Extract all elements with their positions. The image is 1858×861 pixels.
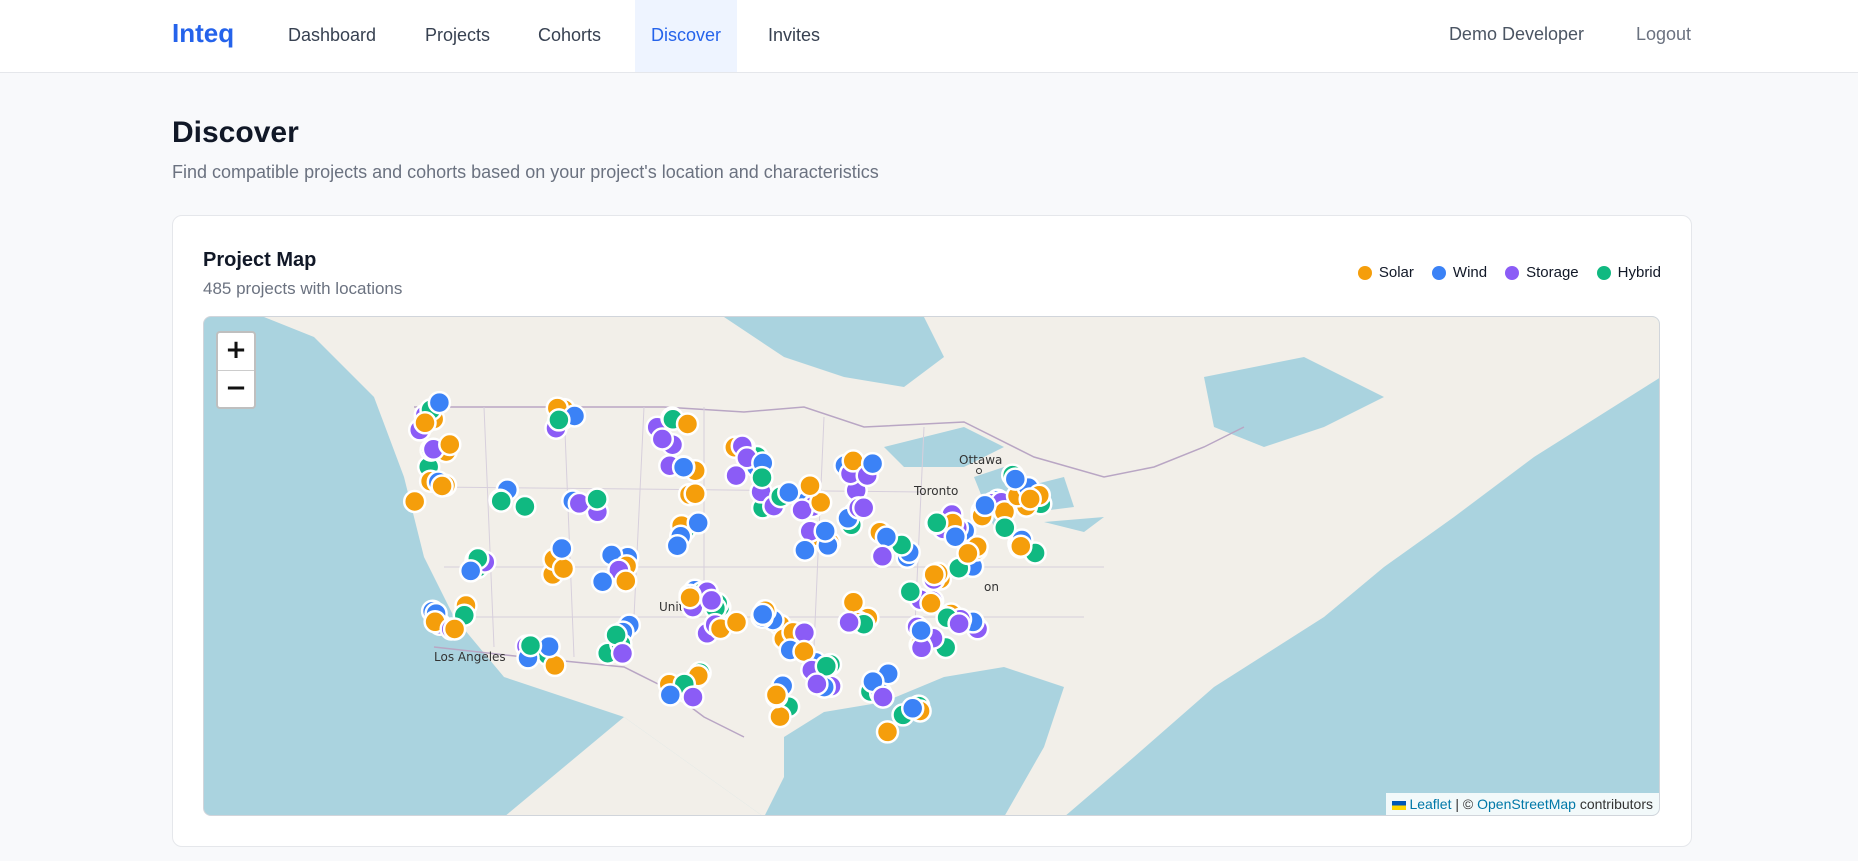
project-marker[interactable] bbox=[764, 683, 789, 707]
top-navigation: Inteq Dashboard Projects Cohorts Discove… bbox=[0, 0, 1858, 73]
project-marker[interactable] bbox=[671, 455, 696, 479]
project-marker[interactable] bbox=[724, 463, 748, 488]
project-marker[interactable] bbox=[813, 519, 837, 543]
nav-cohorts[interactable]: Cohorts bbox=[522, 0, 617, 72]
project-marker[interactable] bbox=[870, 544, 895, 569]
project-marker[interactable] bbox=[871, 685, 895, 709]
place-label: Los Angeles bbox=[434, 650, 506, 664]
osm-link[interactable]: OpenStreetMap bbox=[1477, 796, 1576, 812]
nav-projects[interactable]: Projects bbox=[409, 0, 506, 72]
project-marker[interactable] bbox=[547, 408, 571, 432]
project-marker[interactable] bbox=[402, 489, 427, 514]
project-marker[interactable] bbox=[860, 451, 885, 476]
place-label: Toronto bbox=[913, 484, 958, 498]
map-legend: Solar Wind Storage Hybrid bbox=[1357, 264, 1661, 281]
project-marker[interactable] bbox=[900, 696, 925, 721]
nav-invites[interactable]: Invites bbox=[752, 0, 836, 72]
project-marker[interactable] bbox=[898, 579, 923, 604]
hybrid-dot-icon bbox=[1596, 265, 1611, 280]
project-marker[interactable] bbox=[925, 511, 949, 535]
project-marker[interactable] bbox=[678, 585, 702, 610]
nav-discover[interactable]: Discover bbox=[635, 0, 738, 72]
project-marker[interactable] bbox=[793, 538, 817, 562]
project-marker[interactable] bbox=[551, 556, 576, 581]
map-attribution: Leaflet | © OpenStreetMap contributors bbox=[1386, 793, 1659, 815]
project-marker[interactable] bbox=[750, 602, 775, 627]
project-map[interactable]: Ottawa Toronto Los Angeles Unite on + − … bbox=[203, 316, 1660, 816]
project-marker[interactable] bbox=[683, 481, 707, 506]
place-label: Ottawa bbox=[959, 453, 1002, 467]
legend-hybrid: Hybrid bbox=[1596, 264, 1661, 281]
card-title: Project Map bbox=[203, 249, 317, 271]
map-tiles[interactable]: Ottawa Toronto Los Angeles Unite on bbox=[204, 317, 1660, 816]
zoom-in-button[interactable]: + bbox=[218, 333, 254, 370]
legend-label: Solar bbox=[1378, 264, 1414, 281]
project-marker[interactable] bbox=[837, 610, 861, 635]
brand-logo[interactable]: Inteq bbox=[172, 18, 234, 49]
project-marker[interactable] bbox=[874, 525, 899, 549]
ukraine-flag-icon bbox=[1392, 800, 1407, 810]
project-marker[interactable] bbox=[489, 489, 513, 513]
project-marker[interactable] bbox=[590, 569, 615, 594]
project-marker[interactable] bbox=[768, 704, 792, 729]
project-marker[interactable] bbox=[442, 617, 467, 641]
attribution-separator: | © bbox=[1451, 796, 1478, 812]
project-marker[interactable] bbox=[1009, 534, 1033, 558]
project-marker[interactable] bbox=[1018, 487, 1042, 511]
wind-dot-icon bbox=[1431, 265, 1446, 280]
project-marker[interactable] bbox=[675, 412, 700, 436]
zoom-control: + − bbox=[216, 331, 256, 409]
page-title: Discover bbox=[172, 116, 299, 149]
project-marker[interactable] bbox=[805, 672, 829, 696]
leaflet-link[interactable]: Leaflet bbox=[1409, 796, 1451, 812]
project-marker[interactable] bbox=[956, 541, 980, 566]
legend-solar: Solar bbox=[1357, 264, 1414, 281]
project-marker[interactable] bbox=[665, 533, 690, 558]
project-marker[interactable] bbox=[458, 559, 483, 583]
project-marker[interactable] bbox=[614, 569, 638, 593]
attribution-suffix: contributors bbox=[1575, 796, 1653, 812]
legend-label: Hybrid bbox=[1617, 264, 1661, 281]
project-marker[interactable] bbox=[777, 480, 801, 505]
project-marker[interactable] bbox=[550, 536, 574, 561]
project-marker[interactable] bbox=[973, 493, 997, 518]
project-marker[interactable] bbox=[513, 494, 537, 519]
project-marker[interactable] bbox=[724, 610, 749, 635]
storage-dot-icon bbox=[1505, 265, 1520, 280]
project-marker[interactable] bbox=[427, 390, 452, 415]
project-marker[interactable] bbox=[430, 474, 454, 498]
legend-wind: Wind bbox=[1431, 264, 1488, 281]
legend-label: Wind bbox=[1452, 264, 1488, 281]
project-marker[interactable] bbox=[947, 611, 971, 636]
logout-link[interactable]: Logout bbox=[1636, 24, 1691, 45]
page-subtitle: Find compatible projects and cohorts bas… bbox=[172, 162, 879, 182]
project-marker[interactable] bbox=[851, 496, 876, 520]
project-marker[interactable] bbox=[518, 633, 543, 658]
solar-dot-icon bbox=[1357, 265, 1372, 280]
place-label: on bbox=[984, 580, 999, 594]
zoom-out-button[interactable]: − bbox=[218, 370, 254, 407]
project-marker[interactable] bbox=[650, 427, 675, 451]
project-count: 485 projects with locations bbox=[203, 279, 403, 298]
nav-dashboard[interactable]: Dashboard bbox=[272, 0, 392, 72]
project-marker[interactable] bbox=[798, 473, 822, 498]
project-marker[interactable] bbox=[585, 487, 609, 511]
project-marker[interactable] bbox=[1003, 467, 1028, 491]
project-map-card: Project Map 485 projects with locations … bbox=[172, 215, 1692, 847]
project-marker[interactable] bbox=[922, 562, 946, 587]
project-marker[interactable] bbox=[686, 511, 710, 535]
project-marker[interactable] bbox=[438, 432, 462, 457]
legend-storage: Storage bbox=[1505, 264, 1579, 281]
project-marker[interactable] bbox=[413, 411, 437, 435]
project-marker[interactable] bbox=[681, 685, 705, 709]
project-marker[interactable] bbox=[909, 618, 933, 643]
project-marker[interactable] bbox=[699, 588, 724, 613]
project-marker[interactable] bbox=[875, 720, 900, 744]
user-name: Demo Developer bbox=[1448, 24, 1584, 44]
project-marker[interactable] bbox=[750, 465, 774, 490]
project-marker[interactable] bbox=[658, 683, 683, 707]
project-marker[interactable] bbox=[841, 590, 866, 615]
project-marker[interactable] bbox=[610, 641, 635, 666]
legend-label: Storage bbox=[1526, 264, 1579, 281]
